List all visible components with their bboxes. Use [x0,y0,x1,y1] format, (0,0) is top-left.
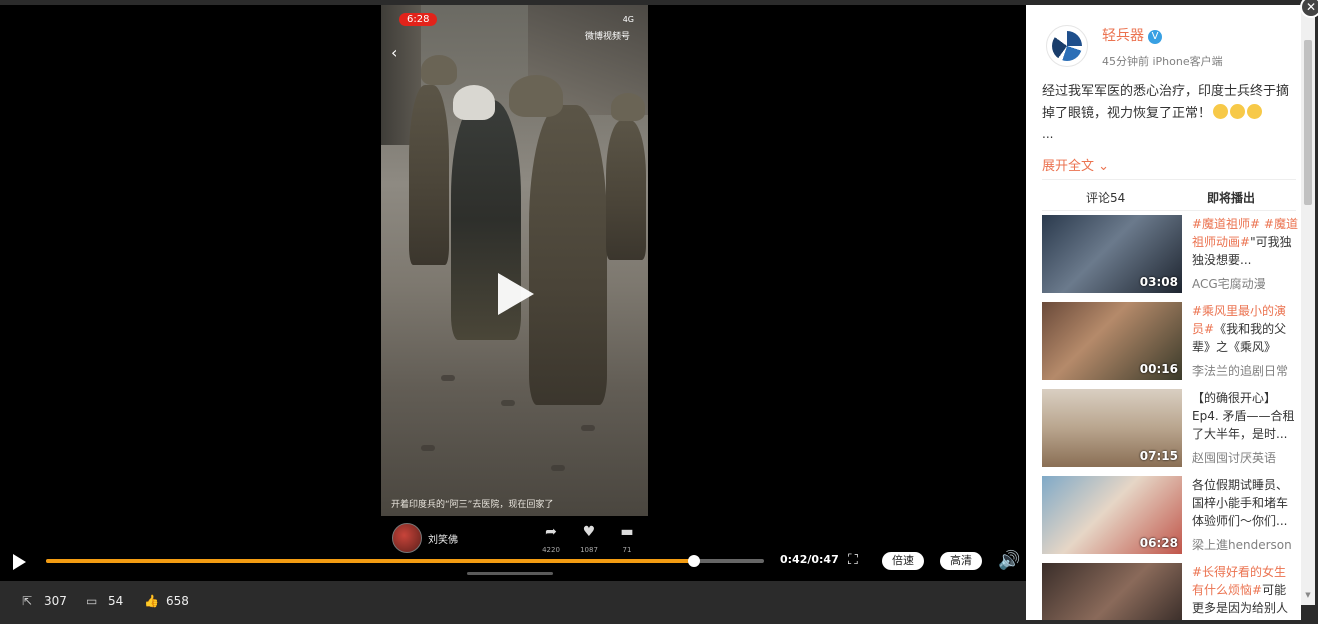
video-caption: 开着印度兵的“阿三”去医院，现在回家了 [391,500,554,510]
emoji-icon [1213,104,1229,119]
volume-icon[interactable]: 🔊 [998,550,1020,571]
recommendation-title[interactable]: 【的确很开心】Ep4. 矛盾——合租了大半年，是时... [1192,389,1298,443]
recommendation-item[interactable]: #长得好看的女生有什么烦恼#可能更多是因为给别人带... [1042,563,1300,620]
chevron-left-icon: ‹ [391,43,398,62]
expand-full-text-link[interactable]: 展开全文 ⌄ [1042,155,1109,174]
video-frame: 6:28 4G 微博视频号 ‹ 开着印度兵的“阿三”去医院，现在回家了 [381,5,648,516]
scrollbar-thumb[interactable] [1304,40,1312,205]
quality-button[interactable]: 高清 [940,552,982,570]
video-viewer: 6:28 4G 微博视频号 ‹ 开着印度兵的“阿三”去医院，现在回家了 刘笑佛 … [0,0,1318,624]
scroll-down-icon[interactable]: ▼ [1304,591,1312,599]
comment-button[interactable]: ▭ 54 [86,594,123,608]
recommendation-title[interactable]: #长得好看的女生有什么烦恼#可能更多是因为给别人带... [1192,563,1298,617]
progress-fill [46,559,695,563]
account-name-text: 轻兵器 [1102,28,1144,44]
logo-icon [1052,31,1082,61]
share-icon: ⇱ [22,594,33,608]
recommendation-item[interactable]: 06:28 各位假期试睡员、国梓小能手和堵车体验师们～你们... 梁上進hend… [1042,476,1300,554]
video-scenery [581,425,595,431]
speed-button[interactable]: 倍速 [882,552,924,570]
progress-handle[interactable] [688,555,701,567]
video-scenery [501,400,515,406]
post-text: 经过我军军医的悉心治疗，印度士兵终于摘掉了眼镜，视力恢复了正常！ [1042,81,1298,125]
fullscreen-icon[interactable]: ⛶ [848,552,864,568]
recommendation-title[interactable]: #乘风里最小的演员#《我和我的父辈》之《乘风》篇... [1192,302,1298,356]
sidebar: 轻兵器 V 45分钟前 iPhone客户端 经过我军军医的悉心治疗，印度士兵终于摘… [1026,5,1301,620]
like-button[interactable]: 👍 658 [144,594,189,608]
recommendation-title-text: 【的确很开心】Ep4. 矛盾——合租了大半年，是时... [1192,391,1295,441]
comment-icon: ▭ [86,594,98,608]
video-thumbnail[interactable]: 07:15 [1042,389,1182,467]
recommendation-item[interactable]: 03:08 #魔道祖师# #魔道祖师动画#"可我独独没想要... ACG宅腐动漫 [1042,215,1300,293]
video-thumbnail[interactable] [1042,563,1182,620]
video-duration: 03:08 [1139,275,1178,289]
video-thumbnail[interactable]: 06:28 [1042,476,1182,554]
thumbs-up-icon: 👍 [144,594,159,608]
recommendation-author[interactable]: 赵囤囤讨厌英语 [1192,449,1276,466]
recommendation-item[interactable]: 07:15 【的确很开心】Ep4. 矛盾——合租了大半年，是时... 赵囤囤讨厌… [1042,389,1300,467]
share-count: 307 [44,594,67,608]
video-duration: 06:28 [1139,536,1178,550]
heart-icon: ♥ [582,524,596,540]
recommendation-author[interactable]: ACG宅腐动漫 [1192,275,1266,292]
sidebar-tabs: 评论54 即将播出 [1042,179,1296,211]
sidebar-scrollbar[interactable]: ▲ ▼ [1301,5,1315,605]
video-figure [453,85,495,120]
video-duration: 07:15 [1139,449,1178,463]
recommendation-author[interactable]: 梁上進henderson [1192,536,1292,553]
video-figure [529,105,607,405]
tab-comments[interactable]: 评论54 [1086,189,1125,206]
recommendation-title[interactable]: #魔道祖师# #魔道祖师动画#"可我独独没想要... [1192,215,1298,269]
share-button[interactable]: ⇱ 307 [22,594,67,608]
expand-label: 展开全文 [1042,159,1095,174]
scroll-handle [467,572,553,575]
video-duration: 00:16 [1139,362,1178,376]
account-name[interactable]: 轻兵器 V [1102,25,1162,45]
play-icon[interactable] [498,273,534,315]
recommendation-item[interactable]: 00:16 #乘风里最小的演员#《我和我的父辈》之《乘风》篇... 李法兰的追剧… [1042,302,1300,380]
tab-up-next[interactable]: 即将播出 [1207,189,1255,206]
play-icon[interactable] [13,554,26,570]
time-display: 0:42/0:47 [780,553,839,566]
video-figure [509,75,563,117]
video-scenery [441,375,455,381]
player-controls: 0:42/0:47 ⛶ 倍速 高清 🔊 [0,545,1026,581]
video-figure [611,93,645,121]
post-action-bar: ⇱ 307 ▭ 54 👍 658 [0,581,1026,624]
share-icon: ➦ [545,524,557,540]
recommendation-author[interactable]: 李法兰的追剧日常 [1192,362,1288,379]
video-figure [409,85,449,265]
video-figure [421,55,457,85]
like-count: 658 [166,594,189,608]
video-watermark: 微博视频号 [584,32,630,42]
video-player[interactable]: 6:28 4G 微博视频号 ‹ 开着印度兵的“阿三”去医院，现在回家了 刘笑佛 … [0,5,1026,581]
author-name[interactable]: 刘笑佛 [428,531,458,546]
chevron-down-icon: ⌄ [1094,159,1110,174]
video-figure [606,120,646,260]
post-meta: 45分钟前 iPhone客户端 [1102,55,1223,68]
comment-count: 54 [108,594,124,608]
recommendation-title-text: 各位假期试睡员、国梓小能手和堵车体验师们～你们... [1192,478,1289,528]
post-ellipsis: ... [1042,127,1054,141]
video-thumbnail[interactable]: 00:16 [1042,302,1182,380]
account-avatar[interactable] [1046,25,1088,67]
recommendation-title[interactable]: 各位假期试睡员、国梓小能手和堵车体验师们～你们... [1192,476,1298,530]
video-thumbnail[interactable]: 03:08 [1042,215,1182,293]
emoji-icon [1247,104,1263,119]
verified-icon: V [1148,30,1162,44]
progress-bar[interactable] [46,555,764,567]
video-scenery [551,465,565,471]
emoji-icon [1230,104,1246,119]
comment-icon: ▬ [620,524,634,540]
video-scenery [421,445,435,451]
phone-clock: 6:28 [399,13,438,26]
phone-status: 4G [622,15,634,24]
